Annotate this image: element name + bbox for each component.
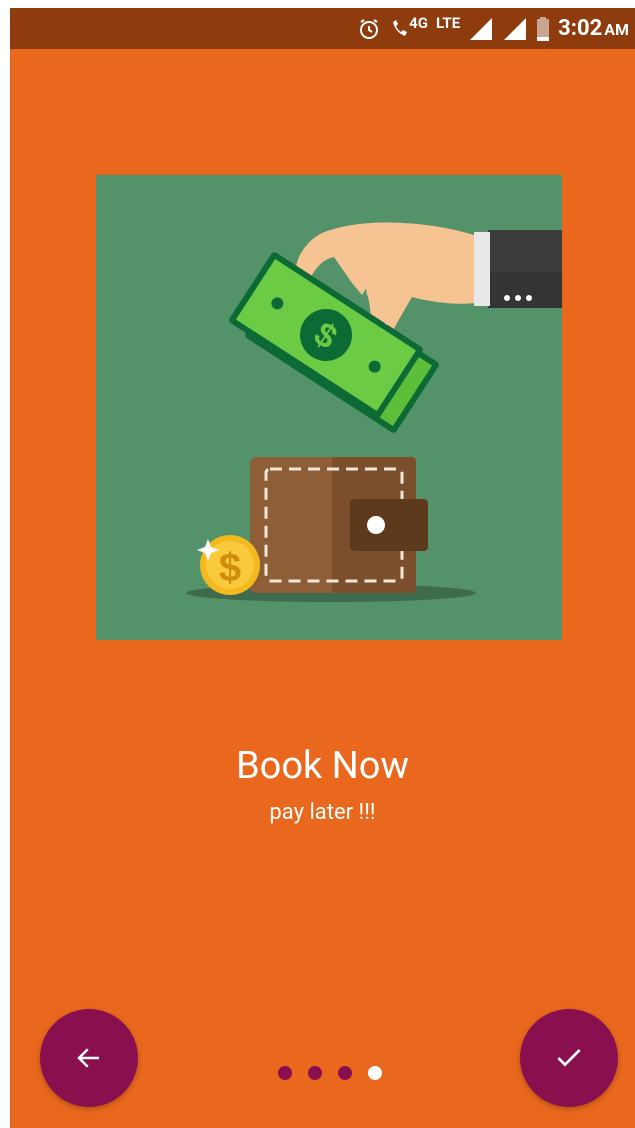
clock-ampm: AM [604, 20, 629, 39]
signal-icon [470, 17, 493, 40]
wallet-icon [250, 457, 428, 593]
status-icons: 4G LTE 3:02 AM [357, 8, 629, 49]
check-icon [557, 1049, 581, 1067]
volte-call-icon: 4G [389, 14, 428, 40]
onboarding-screen: 4G LTE 3:02 AM $ $ Book Now pay later !!… [10, 8, 635, 1128]
shirt-cuff [474, 232, 490, 306]
dollar-coin-icon: $ [197, 535, 260, 595]
network-type-label: LTE [435, 13, 461, 32]
signal-icon-2 [504, 17, 527, 40]
page-dot-2[interactable] [308, 1066, 322, 1080]
onboarding-subtitle: pay later !!! [269, 800, 376, 825]
onboarding-illustration: $ $ [96, 175, 562, 640]
status-bar: 4G LTE 3:02 AM [10, 8, 635, 49]
alarm-icon [360, 18, 379, 39]
page-indicator [278, 1066, 382, 1080]
clock-time: 3:02 [558, 16, 603, 41]
svg-text:$: $ [219, 546, 241, 590]
page-dot-1[interactable] [278, 1066, 292, 1080]
clock: 3:02 AM [558, 16, 629, 41]
page-dot-3[interactable] [338, 1066, 352, 1080]
pay-later-illustration: $ $ [186, 222, 562, 602]
onboarding-title: Book Now [235, 744, 410, 788]
back-button[interactable] [40, 1009, 138, 1107]
done-button[interactable] [520, 1009, 618, 1107]
page-dot-4-active[interactable] [368, 1066, 382, 1080]
arrow-left-icon [77, 1048, 99, 1068]
battery-icon [537, 16, 550, 41]
network-sub-label: 4G [409, 13, 428, 32]
